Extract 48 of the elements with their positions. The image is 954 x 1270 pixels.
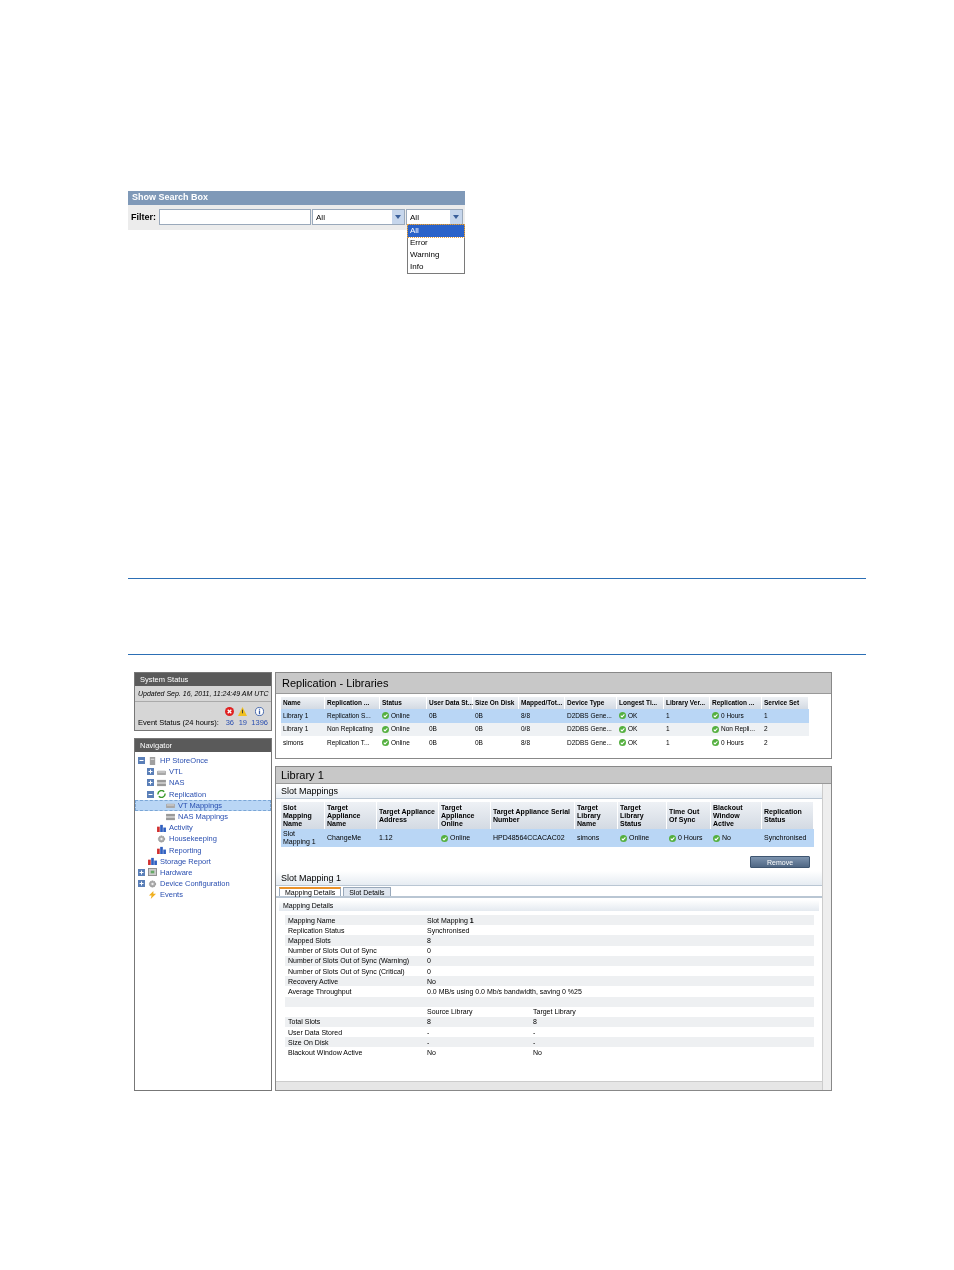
check-icon xyxy=(382,739,389,747)
vertical-scrollbar[interactable] xyxy=(822,784,831,1090)
panel-title: Show Search Box xyxy=(128,191,465,205)
check-icon xyxy=(712,712,719,720)
check-icon xyxy=(712,739,719,747)
check-icon xyxy=(712,725,719,733)
menu-option[interactable]: All xyxy=(408,225,464,237)
caret-icon xyxy=(392,210,404,224)
warning-icon xyxy=(238,707,248,716)
section-title: Slot Mappings xyxy=(276,784,822,799)
expand-icon[interactable] xyxy=(138,880,145,888)
check-icon xyxy=(619,725,626,733)
bar-chart-icon xyxy=(157,846,166,855)
horizontal-scrollbar[interactable] xyxy=(276,1081,822,1090)
lightning-icon xyxy=(148,890,157,899)
check-icon xyxy=(669,834,676,842)
check-icon xyxy=(382,725,389,733)
gear-icon xyxy=(148,879,157,888)
check-icon xyxy=(713,834,720,842)
expand-icon[interactable] xyxy=(138,868,145,876)
panel-title: Library 1 xyxy=(276,767,831,784)
gear-icon xyxy=(157,834,166,843)
drive-icon xyxy=(166,812,175,821)
drive-icon xyxy=(166,801,175,810)
error-icon xyxy=(225,707,235,716)
dropdown[interactable]: All xyxy=(406,209,463,225)
check-icon xyxy=(619,712,626,720)
check-icon xyxy=(441,834,448,842)
section-title: Slot Mapping 1 xyxy=(276,871,822,886)
bar-chart-icon xyxy=(148,857,157,866)
panel-title: Replication - Libraries xyxy=(276,673,831,694)
collapse-icon[interactable] xyxy=(147,790,154,798)
caret-icon xyxy=(450,210,462,224)
filter-label: Filter: xyxy=(131,212,156,222)
check-icon xyxy=(620,834,627,842)
expand-icon[interactable] xyxy=(147,779,154,787)
bar-chart-icon xyxy=(157,823,166,832)
collapse-icon[interactable] xyxy=(138,757,145,765)
expand-icon[interactable] xyxy=(147,768,154,776)
dropdown[interactable]: All xyxy=(312,209,405,225)
info-icon xyxy=(255,707,265,716)
check-icon xyxy=(382,712,389,720)
sync-icon xyxy=(157,790,166,799)
drive-icon xyxy=(157,778,166,787)
server-icon xyxy=(148,756,157,765)
filter-field[interactable] xyxy=(159,209,311,225)
check-icon xyxy=(619,739,626,747)
hardware-icon xyxy=(148,868,157,877)
